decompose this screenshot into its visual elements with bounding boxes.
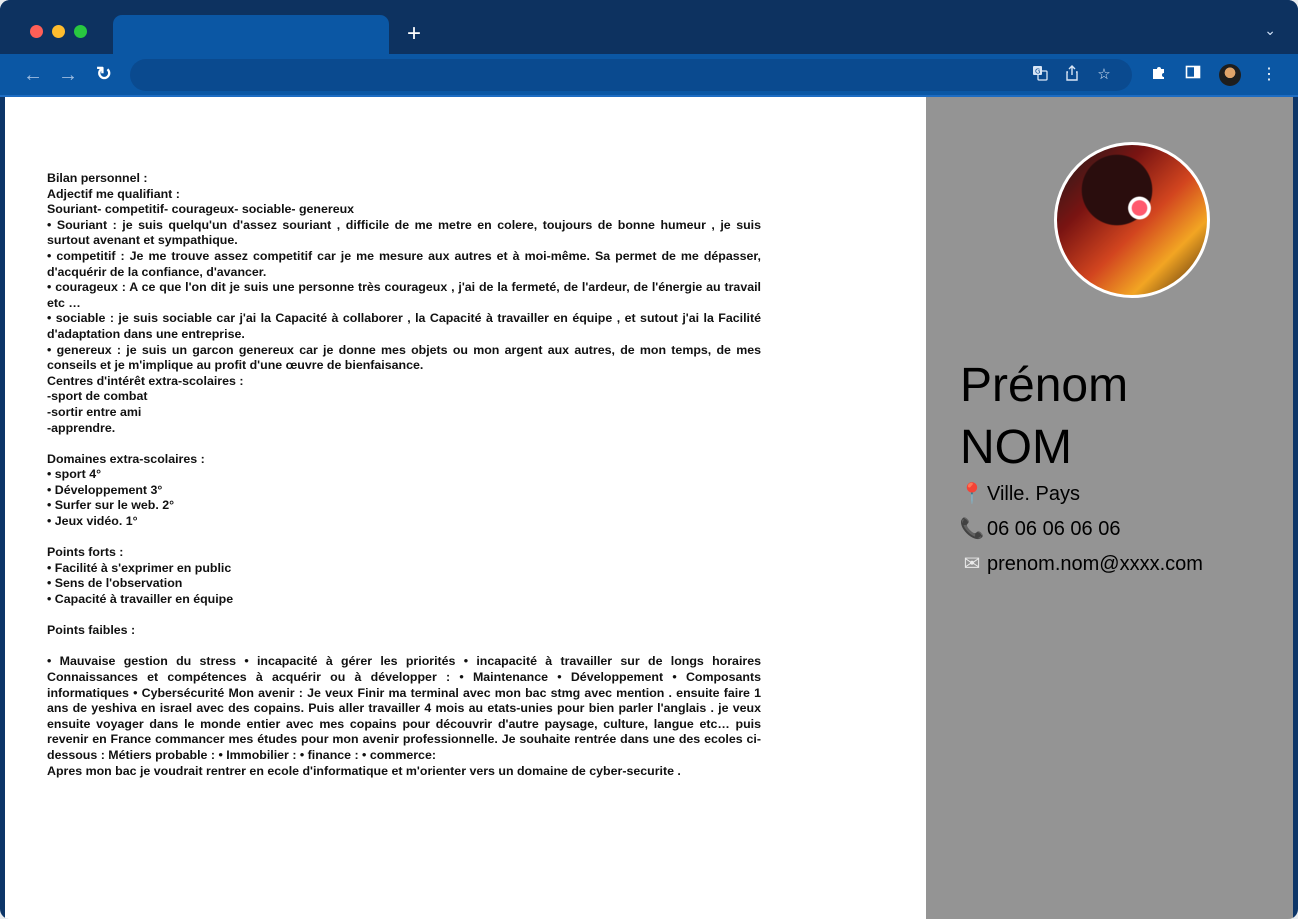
tab-search-chevron-icon[interactable]: ⌄ — [1264, 22, 1276, 39]
main-section: Bilan personnel : Adjectif me qualifiant… — [5, 97, 926, 919]
bilan-text: Bilan personnel : Adjectif me qualifiant… — [47, 171, 761, 778]
phone-text: 06 06 06 06 06 — [987, 518, 1121, 540]
email-row: ✉ prenom.nom@xxxx.com — [959, 551, 1203, 577]
arrow-right-icon[interactable]: → — [55, 62, 81, 88]
close-window-button[interactable] — [30, 25, 43, 38]
maximize-window-button[interactable] — [74, 25, 87, 38]
browser-toolbar: ← → ↻ G ☆ ⋮ — [0, 54, 1298, 96]
phone-icon: 📞 — [959, 518, 985, 540]
reload-icon[interactable]: ↻ — [91, 62, 117, 88]
side-panel-icon[interactable] — [1182, 64, 1204, 86]
translate-icon[interactable]: G — [1030, 65, 1050, 85]
active-tab[interactable] — [113, 15, 389, 54]
profile-photo — [1054, 142, 1210, 298]
new-tab-button[interactable]: + — [402, 20, 426, 48]
address-bar[interactable]: G ☆ — [130, 59, 1132, 91]
phone-row: 📞 06 06 06 06 06 — [959, 516, 1121, 542]
profile-sidebar: Prénom NOM 📍 Ville. Pays 📞 06 06 06 06 06 … — [926, 97, 1293, 919]
puzzle-icon[interactable] — [1148, 64, 1170, 86]
browser-window: + ⌄ ← → ↻ G ☆ ⋮ Bilan personnel : Adject… — [0, 0, 1298, 919]
envelope-icon: ✉ — [963, 553, 981, 575]
location-text: Ville. Pays — [987, 483, 1081, 505]
tab-strip: + ⌄ — [0, 0, 1298, 54]
minimize-window-button[interactable] — [52, 25, 65, 38]
profile-name: Prénom NOM — [960, 359, 1129, 474]
pin-icon: 📍 — [959, 483, 985, 505]
profile-avatar[interactable] — [1219, 64, 1241, 86]
email-text: prenom.nom@xxxx.com — [987, 553, 1203, 575]
location-row: 📍 Ville. Pays — [959, 481, 1080, 507]
page-content: Bilan personnel : Adjectif me qualifiant… — [5, 97, 1293, 919]
kebab-menu-icon[interactable]: ⋮ — [1258, 64, 1280, 86]
share-icon[interactable] — [1062, 65, 1082, 85]
star-icon[interactable]: ☆ — [1094, 65, 1114, 85]
arrow-left-icon[interactable]: ← — [20, 62, 46, 88]
svg-text:G: G — [1035, 68, 1040, 76]
